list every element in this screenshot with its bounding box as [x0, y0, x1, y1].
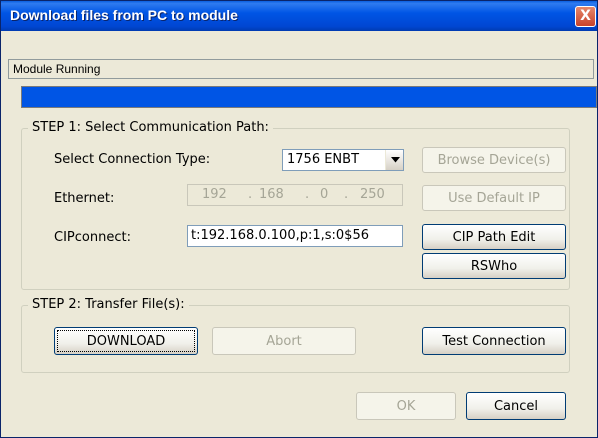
ip-octet-1: 192	[202, 187, 227, 202]
ip-octet-4: 250	[360, 187, 385, 202]
cipconnect-label: CIPconnect:	[54, 230, 131, 245]
progress-bar	[21, 86, 597, 108]
close-button[interactable]: X	[575, 6, 596, 27]
ip-dot: .	[248, 187, 253, 202]
connection-type-value: 1756 ENBT	[287, 152, 360, 167]
ip-octet-2: 168	[259, 187, 284, 202]
use-default-ip-button[interactable]: Use Default IP	[422, 185, 566, 211]
ethernet-label: Ethernet:	[54, 191, 115, 206]
connection-type-select[interactable]: 1756 ENBT	[282, 149, 404, 171]
dialog-window: Download files from PC to module X Modul…	[0, 0, 598, 438]
status-text: Module Running	[13, 62, 101, 76]
abort-button[interactable]: Abort	[212, 327, 356, 355]
title-bar[interactable]: Download files from PC to module X	[1, 1, 597, 31]
close-icon: X	[580, 8, 591, 24]
ip-dot: .	[344, 187, 349, 202]
status-field: Module Running	[8, 59, 594, 79]
step1-label: STEP 1: Select Communication Path:	[28, 120, 273, 135]
rswho-button[interactable]: RSWho	[422, 253, 566, 279]
chevron-down-icon	[391, 157, 400, 163]
window-title: Download files from PC to module	[10, 7, 238, 23]
ok-button[interactable]: OK	[356, 392, 456, 420]
progress-fill	[22, 87, 596, 107]
download-button[interactable]: DOWNLOAD	[54, 327, 198, 355]
browse-devices-button[interactable]: Browse Device(s)	[422, 147, 566, 173]
ethernet-ip-field[interactable]: 192 . 168 . 0 . 250	[187, 184, 403, 206]
connection-type-label: Select Connection Type:	[54, 152, 211, 167]
test-connection-button[interactable]: Test Connection	[422, 327, 566, 355]
ip-octet-3: 0	[320, 187, 329, 202]
cip-path-edit-button[interactable]: CIP Path Edit	[422, 224, 566, 250]
cipconnect-input[interactable]: t:192.168.0.100,p:1,s:0$56	[187, 225, 403, 247]
dropdown-button[interactable]	[385, 150, 403, 170]
ip-dot: .	[305, 187, 310, 202]
cancel-button[interactable]: Cancel	[466, 392, 566, 420]
step2-label: STEP 2: Transfer File(s):	[28, 297, 189, 312]
